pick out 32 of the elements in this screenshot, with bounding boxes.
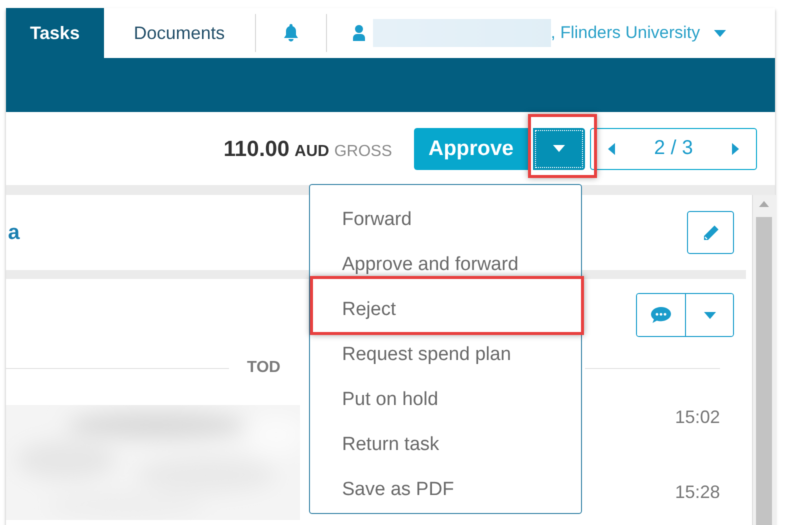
- message-time: 15:28: [674, 482, 720, 503]
- menu-item[interactable]: Reject: [342, 298, 396, 320]
- date-divider-label: TOD: [247, 359, 279, 377]
- scroll-up-icon[interactable]: [759, 201, 769, 207]
- section-title: a: [8, 220, 20, 244]
- more-actions-button[interactable]: [533, 128, 585, 170]
- amount-type-label: GROSS: [334, 142, 392, 160]
- user-icon: [352, 25, 365, 41]
- pencil-icon: [702, 224, 720, 242]
- left-arrow-icon: [608, 142, 614, 154]
- menu-item[interactable]: Approve and forward: [342, 254, 518, 276]
- caret-icon: [714, 30, 726, 36]
- menu-item[interactable]: Put on hold: [342, 388, 438, 410]
- caret-icon: [704, 312, 716, 318]
- menu-item[interactable]: Return task: [342, 434, 440, 456]
- edit-button[interactable]: [687, 211, 734, 254]
- dropdown-button[interactable]: [685, 294, 733, 336]
- scrollbar[interactable]: [752, 195, 776, 525]
- user-organization[interactable]: , Flinders University: [550, 23, 700, 43]
- right-arrow-icon: [732, 142, 740, 154]
- bell-icon[interactable]: [282, 24, 299, 42]
- amount-value: 110.00: [223, 136, 290, 162]
- menu-item[interactable]: Forward: [342, 208, 412, 230]
- menu-item[interactable]: Save as PDF: [342, 478, 454, 500]
- caret-icon: [553, 145, 565, 152]
- menu-item[interactable]: Request spend plan: [342, 344, 512, 366]
- approve-button[interactable]: Approve: [414, 128, 528, 170]
- speech-bubble-icon: [650, 306, 672, 324]
- nav-tab[interactable]: Tasks: [6, 8, 104, 58]
- page-indicator: 2 / 3: [654, 137, 693, 160]
- currency-label: AUD: [294, 142, 330, 160]
- message-time: 15:02: [674, 407, 720, 428]
